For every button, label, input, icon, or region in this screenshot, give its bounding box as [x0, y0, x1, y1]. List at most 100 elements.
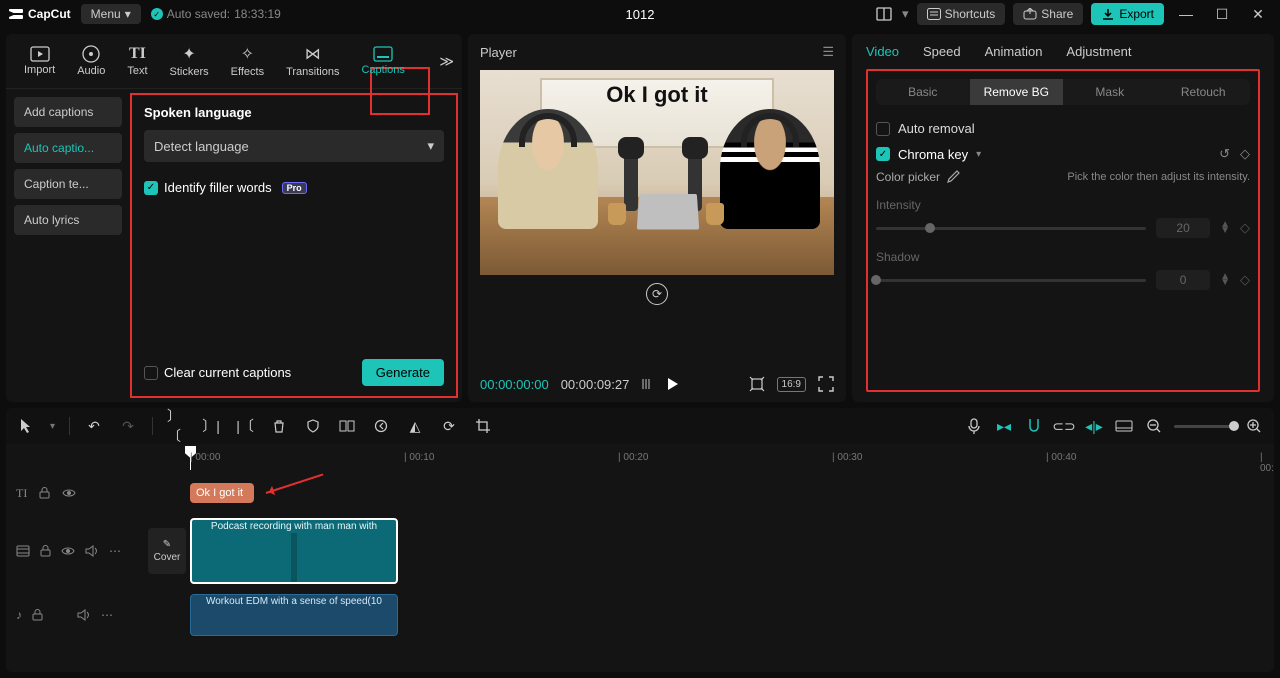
zoom-slider[interactable] [1174, 425, 1234, 428]
crop-icon[interactable] [473, 419, 493, 433]
redo-icon[interactable]: ↷ [118, 418, 138, 435]
share-button[interactable]: Share [1013, 3, 1083, 25]
keyframe-icon[interactable]: ◇ [1240, 272, 1250, 288]
more-icon[interactable]: ⋯ [101, 608, 113, 622]
undo-icon[interactable]: ↶ [84, 418, 104, 435]
maximize-button[interactable]: ☐ [1208, 6, 1236, 23]
video-preview[interactable]: Ok I got it [480, 70, 834, 275]
checkbox-on-icon[interactable]: ✓ [876, 147, 890, 161]
aspect-ratio[interactable]: 16:9 [777, 377, 806, 392]
split-icon[interactable]: 〕〔 [167, 406, 187, 446]
link-icon[interactable]: ⊂⊃ [1054, 418, 1074, 435]
group-icon[interactable] [337, 420, 357, 432]
reverse-icon[interactable] [371, 419, 391, 433]
tab-adjustment[interactable]: Adjustment [1066, 44, 1131, 59]
more-tabs-button[interactable]: ≫ [439, 53, 454, 70]
eye-icon[interactable] [61, 546, 75, 556]
tab-speed[interactable]: Speed [923, 44, 961, 59]
shadow-value[interactable]: 0 [1156, 270, 1210, 290]
shortcuts-button[interactable]: Shortcuts [917, 3, 1006, 25]
fullscreen-icon[interactable] [818, 376, 834, 392]
eyedropper-icon[interactable] [946, 170, 960, 184]
audio-clip[interactable]: Workout EDM with a sense of speed(10 [190, 594, 398, 636]
time-ruler[interactable]: | 00:00 | 00:10 | 00:20 | 00:30 | 00:40 … [144, 448, 1274, 470]
zoom-in-icon[interactable] [1244, 419, 1264, 433]
slider-thumb[interactable] [925, 223, 935, 233]
tab-captions[interactable]: Captions [351, 40, 414, 82]
sync-icon[interactable]: ⟳ [646, 283, 668, 305]
chevron-down-icon[interactable]: ▾ [976, 149, 981, 160]
magnet-icon[interactable] [1024, 419, 1044, 433]
mute-icon[interactable] [77, 609, 91, 621]
identify-filler-checkbox[interactable]: ✓ Identify filler words Pro [144, 180, 444, 195]
generate-button[interactable]: Generate [362, 359, 444, 386]
tab-animation[interactable]: Animation [985, 44, 1043, 59]
keyframe-icon[interactable]: ◇ [1240, 220, 1250, 236]
chevron-down-icon[interactable]: ▾ [902, 6, 909, 22]
video-track-icon[interactable] [16, 545, 30, 557]
tab-effects[interactable]: ✧ Effects [221, 38, 274, 84]
menu-button[interactable]: Menu ▾ [81, 4, 141, 24]
subtab-mask[interactable]: Mask [1063, 79, 1157, 105]
crop-shield-icon[interactable] [303, 419, 323, 433]
auto-removal-checkbox[interactable]: Auto removal [876, 121, 1250, 136]
track-body[interactable]: Workout EDM with a sense of speed(10 [144, 592, 1274, 638]
track-body[interactable]: Ok I got it [144, 476, 1274, 510]
tab-text[interactable]: TI Text [117, 39, 157, 83]
audio-track-icon[interactable]: ♪ [16, 608, 22, 622]
intensity-value[interactable]: 20 [1156, 218, 1210, 238]
rotate-icon[interactable]: ⟳ [439, 418, 459, 435]
tab-audio[interactable]: Audio [67, 39, 115, 83]
sidebar-add-captions[interactable]: Add captions [14, 97, 122, 127]
mic-record-icon[interactable] [964, 418, 984, 434]
play-button[interactable] [667, 377, 679, 391]
caption-clip[interactable]: Ok I got it [190, 483, 254, 503]
subtab-basic[interactable]: Basic [876, 79, 970, 105]
reset-icon[interactable]: ↺ [1219, 146, 1230, 162]
tab-stickers[interactable]: ✦ Stickers [160, 38, 219, 84]
preview-icon[interactable] [1114, 420, 1134, 432]
stepper-icon[interactable]: ▲▼ [1220, 274, 1230, 286]
close-button[interactable]: ✕ [1244, 6, 1272, 23]
video-clip[interactable]: Podcast recording with man man with [190, 518, 398, 584]
slider-thumb[interactable] [1229, 421, 1239, 431]
tab-import[interactable]: Import [14, 40, 65, 82]
delete-icon[interactable] [269, 419, 289, 433]
slider-thumb[interactable] [871, 275, 881, 285]
snap-icon[interactable]: ▸◂ [994, 418, 1014, 435]
mute-icon[interactable] [85, 545, 99, 557]
clear-captions-checkbox[interactable]: Clear current captions [144, 365, 291, 380]
minimize-button[interactable]: — [1172, 6, 1200, 22]
tab-video[interactable]: Video [866, 44, 899, 59]
trim-left-icon[interactable]: 〕| [201, 416, 221, 436]
sidebar-auto-captions[interactable]: Auto captio... [14, 133, 122, 163]
prev-frame-button[interactable] [641, 378, 655, 390]
align-icon[interactable]: ◂|▸ [1084, 418, 1104, 435]
zoom-out-icon[interactable] [1144, 419, 1164, 433]
intensity-slider[interactable] [876, 227, 1146, 230]
lock-icon[interactable] [32, 609, 43, 621]
select-tool-icon[interactable] [16, 418, 36, 434]
subtab-remove-bg[interactable]: Remove BG [970, 79, 1064, 105]
more-icon[interactable]: ⋯ [109, 544, 121, 558]
track-body[interactable]: ✎ Cover Podcast recording with man man w… [144, 516, 1274, 586]
chevron-down-icon[interactable]: ▾ [50, 421, 55, 432]
text-track-icon[interactable]: TI [16, 486, 27, 501]
language-select[interactable]: Detect language ▾ [144, 130, 444, 162]
player-menu-icon[interactable]: ☰ [822, 44, 834, 60]
keyframe-icon[interactable]: ◇ [1240, 146, 1250, 162]
shadow-slider[interactable] [876, 279, 1146, 282]
cover-button[interactable]: ✎ Cover [148, 528, 186, 574]
eye-icon[interactable] [62, 488, 76, 498]
tab-transitions[interactable]: ⋈ Transitions [276, 38, 349, 84]
sidebar-caption-templates[interactable]: Caption te... [14, 169, 122, 199]
layout-icon[interactable] [874, 7, 894, 21]
export-button[interactable]: Export [1091, 3, 1164, 25]
stepper-icon[interactable]: ▲▼ [1220, 222, 1230, 234]
subtab-retouch[interactable]: Retouch [1157, 79, 1251, 105]
lock-icon[interactable] [39, 487, 50, 499]
sidebar-auto-lyrics[interactable]: Auto lyrics [14, 205, 122, 235]
mirror-icon[interactable]: ◭ [405, 418, 425, 435]
compare-icon[interactable] [749, 376, 765, 392]
trim-right-icon[interactable]: |〔 [235, 416, 255, 436]
